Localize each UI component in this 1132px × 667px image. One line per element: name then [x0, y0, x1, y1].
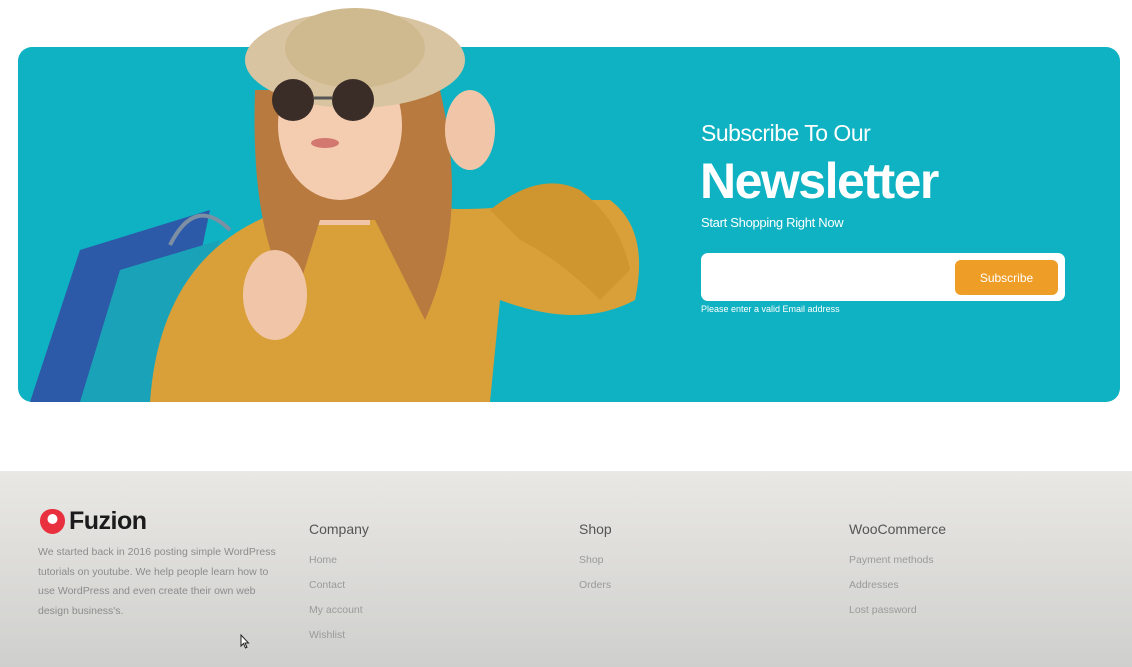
footer-column-woocommerce: WooCommerce Payment methods Addresses Lo… [849, 521, 946, 628]
hero-image [20, 0, 660, 402]
mouse-cursor-icon [240, 633, 250, 654]
footer-column-company: Company Home Contact My account Wishlist [309, 521, 369, 653]
footer-link-contact[interactable]: Contact [309, 578, 369, 603]
subscribe-button[interactable]: Subscribe [955, 260, 1058, 295]
footer-link-lost-password[interactable]: Lost password [849, 603, 946, 628]
footer-column-title: WooCommerce [849, 521, 946, 537]
fuzion-logo-icon [38, 507, 67, 536]
hero-illustration [30, 8, 640, 402]
newsletter-tagline: Start Shopping Right Now [701, 215, 844, 230]
footer-link-home[interactable]: Home [309, 553, 369, 578]
footer-link-my-account[interactable]: My account [309, 603, 369, 628]
footer-link-shop[interactable]: Shop [579, 553, 612, 578]
email-input[interactable] [711, 261, 951, 293]
footer-brand[interactable]: Fuzion [38, 507, 147, 536]
footer-link-addresses[interactable]: Addresses [849, 578, 946, 603]
footer-column-title: Company [309, 521, 369, 537]
newsletter-form: Subscribe [701, 253, 1065, 301]
footer-link-orders[interactable]: Orders [579, 578, 612, 603]
footer-column-shop: Shop Shop Orders [579, 521, 612, 603]
brand-name: Fuzion [69, 507, 147, 535]
footer-link-payment-methods[interactable]: Payment methods [849, 553, 946, 578]
email-hint: Please enter a valid Email address [701, 304, 840, 314]
newsletter-subheading: Subscribe To Our [701, 120, 871, 146]
page: Subscribe To Our Newsletter Start Shoppi… [0, 0, 1132, 667]
site-footer: Fuzion We started back in 2016 posting s… [0, 471, 1132, 667]
footer-about-text: We started back in 2016 posting simple W… [38, 546, 276, 617]
footer-column-title: Shop [579, 521, 612, 537]
footer-link-wishlist[interactable]: Wishlist [309, 628, 369, 653]
newsletter-heading: Newsletter [700, 153, 939, 209]
